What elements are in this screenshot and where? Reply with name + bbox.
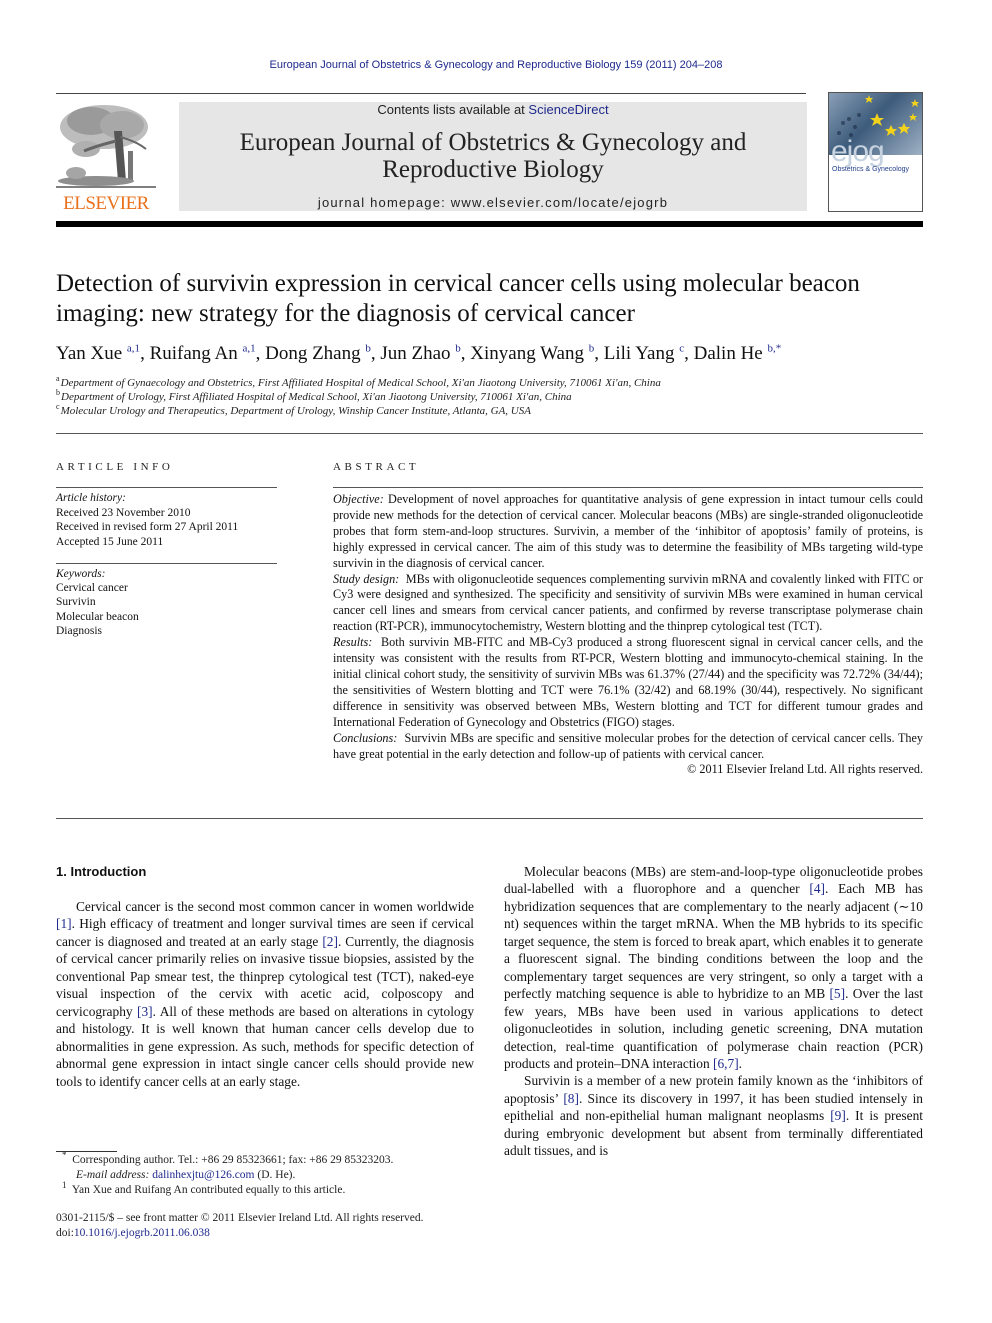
doi-link[interactable]: 10.1016/j.ejogrb.2011.06.038: [74, 1227, 210, 1239]
abstract-conclusions: Conclusions: Survivin MBs are specific a…: [333, 730, 924, 761]
front-matter-line: 0301-2115/$ – see front matter © 2011 El…: [56, 1212, 424, 1224]
abstract-heading: ABSTRACT: [333, 461, 420, 473]
author[interactable]: Ruifang An a,1: [150, 343, 256, 364]
citation-link[interactable]: [1]: [56, 916, 72, 931]
contents-line: Contents lists available at ScienceDirec…: [179, 102, 807, 117]
homepage-prefix: journal homepage:: [317, 195, 451, 210]
affiliation: bDepartment of Urology, First Affiliated…: [56, 388, 572, 403]
citation-link[interactable]: [6,7]: [713, 1056, 739, 1071]
author[interactable]: Dong Zhang b: [265, 343, 371, 364]
footnotes: * Corresponding author. Tel.: +86 29 853…: [62, 1150, 482, 1198]
elsevier-tree-icon: [56, 101, 156, 193]
body-paragraph: Survivin is a member of a new protein fa…: [504, 1072, 923, 1159]
body-text: . Each MB has hybridization sequences th…: [504, 881, 924, 1002]
abstract-objective: Objective: Development of novel approach…: [333, 492, 923, 570]
journal-title-line-2: Reproductive Biology: [382, 156, 604, 183]
author[interactable]: Jun Zhao b: [380, 343, 460, 364]
front-matter: 0301-2115/$ – see front matter © 2011 El…: [56, 1211, 486, 1241]
footnote-corresponding: * Corresponding author. Tel.: +86 29 853…: [62, 1150, 394, 1166]
affiliations: aDepartment of Gynaecology and Obstetric…: [56, 374, 924, 418]
keywords-label: Keywords:: [56, 568, 106, 580]
footnote-email: E-mail address: dalinhexjtu@126.com (D. …: [76, 1169, 296, 1181]
body-column-left: Cervical cancer is the second most commo…: [56, 898, 474, 1090]
author-list: Yan Xue a,1, Ruifang An a,1, Dong Zhang …: [56, 342, 782, 364]
history-revised: Received in revised form 27 April 2011: [56, 521, 239, 533]
footnote-equal-contribution: 1 Yan Xue and Ruifang An contributed equ…: [62, 1180, 346, 1196]
affiliation: cMolecular Urology and Therapeutics, Dep…: [56, 402, 531, 417]
running-header[interactable]: European Journal of Obstetrics & Gynecol…: [0, 59, 992, 71]
doi-line: doi:10.1016/j.ejogrb.2011.06.038: [56, 1227, 210, 1239]
citation-link[interactable]: [5]: [829, 986, 845, 1001]
divider: [56, 563, 277, 564]
body-paragraph: Molecular beacons (MBs) are stem-and-loo…: [504, 863, 923, 1072]
journal-title-line-1: European Journal of Obstetrics & Gynecol…: [239, 129, 747, 156]
body-column-right: Molecular beacons (MBs) are stem-and-loo…: [504, 863, 923, 1160]
keyword: Diagnosis: [56, 624, 102, 637]
sciencedirect-link[interactable]: ScienceDirect: [528, 102, 608, 117]
abstract-study-design: Study design: MBs with oligonucleotide s…: [333, 571, 923, 634]
history-accepted: Accepted 15 June 2011: [56, 535, 164, 548]
body-paragraph: Cervical cancer is the second most commo…: [56, 898, 474, 1090]
author[interactable]: Xinyang Wang b: [470, 343, 594, 364]
contents-prefix: Contents lists available at: [377, 102, 529, 117]
body-text: .: [738, 1055, 743, 1071]
article-title: Detection of survivin expression in cerv…: [56, 270, 860, 327]
citation-link[interactable]: [2]: [322, 934, 338, 949]
masthead-rule: [56, 93, 806, 94]
journal-title: European Journal of Obstetrics & Gynecol…: [179, 129, 807, 183]
masthead-thick-rule: [56, 221, 923, 227]
history-received: Received 23 November 2010: [56, 506, 191, 519]
article-info-heading: ARTICLE INFO: [56, 461, 174, 473]
divider: [56, 818, 923, 819]
author[interactable]: Lili Yang c: [604, 343, 684, 364]
keywords: Keywords: Cervical cancer Survivin Molec…: [56, 567, 281, 638]
abstract-body: Objective: Development of novel approach…: [333, 492, 923, 778]
citation-link[interactable]: [3]: [137, 1004, 153, 1019]
author[interactable]: Dalin He b,*: [694, 343, 782, 364]
section-heading-introduction: 1. Introduction: [56, 864, 147, 879]
citation-link[interactable]: [9]: [830, 1108, 846, 1123]
keyword: Molecular beacon: [56, 610, 139, 623]
body-text: Cervical cancer is the second most commo…: [76, 899, 474, 914]
history-label: Article history:: [56, 492, 126, 504]
homepage-line: journal homepage: www.elsevier.com/locat…: [179, 195, 807, 210]
keyword: Survivin: [56, 596, 96, 609]
divider: [333, 487, 923, 488]
elsevier-logo[interactable]: ELSEVIER: [56, 101, 156, 214]
cover-logo: ejog: [831, 135, 885, 168]
abstract-copyright: © 2011 Elsevier Ireland Ltd. All rights …: [687, 762, 923, 777]
keyword: Cervical cancer: [56, 582, 128, 595]
elsevier-wordmark: ELSEVIER: [63, 193, 149, 214]
masthead-box: Contents lists available at ScienceDirec…: [179, 102, 807, 211]
citation-link[interactable]: [8]: [563, 1091, 579, 1106]
citation-link[interactable]: [4]: [809, 881, 825, 896]
affiliation: aDepartment of Gynaecology and Obstetric…: [56, 374, 661, 389]
divider: [56, 433, 923, 434]
email-link[interactable]: dalinhexjtu@126.com: [152, 1169, 254, 1181]
homepage-link[interactable]: www.elsevier.com/locate/ejogrb: [451, 195, 668, 210]
journal-cover[interactable]: ejog Obstetrics & Gynecology: [828, 92, 923, 212]
divider: [56, 487, 277, 488]
author[interactable]: Yan Xue a,1: [56, 343, 140, 364]
abstract-results: Results: Both survivin MB-FITC and MB-Cy…: [333, 635, 924, 729]
cover-subtitle: Obstetrics & Gynecology: [832, 166, 910, 173]
article-history: Article history: Received 23 November 20…: [56, 491, 281, 549]
